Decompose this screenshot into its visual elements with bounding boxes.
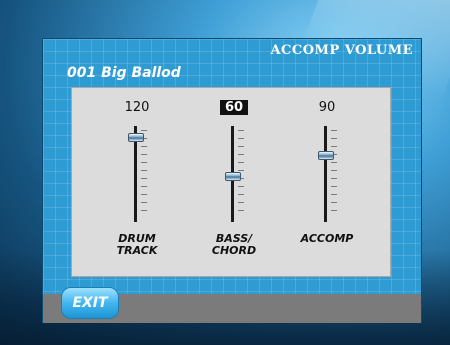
fader-track	[324, 126, 327, 222]
fader-scale	[141, 130, 147, 218]
fader-knob[interactable]	[225, 172, 241, 181]
fader-accomp[interactable]	[317, 126, 347, 222]
fader-knob[interactable]	[318, 151, 334, 160]
exit-button[interactable]: EXIT	[61, 287, 119, 319]
channel-value: 90	[318, 100, 336, 115]
mixer-panel: 120 DRUM TRACK 60 BASS/ CHORD 90 ACCOMP	[71, 87, 391, 277]
device-frame: ACCOMP VOLUME 001 Big Ballod 120 DRUM TR…	[0, 0, 450, 345]
fader-drum-track[interactable]	[127, 126, 157, 222]
fader-scale	[331, 130, 337, 218]
screen-title: ACCOMP VOLUME	[270, 43, 413, 58]
fader-knob[interactable]	[128, 133, 144, 142]
channel-label: BASS/ CHORD	[211, 232, 257, 257]
style-name: 001 Big Ballod	[67, 65, 181, 81]
channel-label: DRUM TRACK	[116, 232, 158, 257]
channel-accomp: 90 ACCOMP	[277, 88, 377, 278]
fader-bass-chord[interactable]	[224, 126, 254, 222]
channel-label: ACCOMP	[300, 232, 354, 245]
channel-value: 120	[124, 100, 150, 115]
channel-value-selected: 60	[184, 100, 284, 115]
lcd-screen: ACCOMP VOLUME 001 Big Ballod 120 DRUM TR…	[42, 38, 422, 323]
channel-drum-track: 120 DRUM TRACK	[87, 88, 187, 278]
channel-bass-chord: 60 BASS/ CHORD	[184, 88, 284, 278]
